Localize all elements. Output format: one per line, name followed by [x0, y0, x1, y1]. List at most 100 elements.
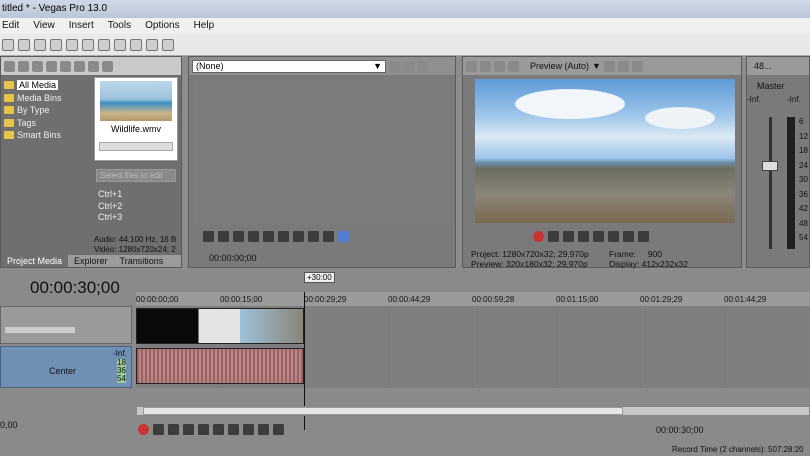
copy-snapshot-icon[interactable] [617, 60, 629, 72]
play-icon[interactable] [183, 424, 194, 435]
tab-project-media[interactable]: Project Media [1, 255, 69, 267]
overlay-icon[interactable] [508, 60, 519, 72]
loop-icon[interactable] [203, 231, 214, 242]
audio-event[interactable] [136, 348, 304, 384]
pause-icon[interactable] [248, 231, 259, 242]
track-opacity-slider[interactable] [5, 327, 75, 333]
menu-insert[interactable]: Insert [69, 20, 94, 34]
next-frame-icon[interactable] [293, 231, 304, 242]
next-frame-icon[interactable] [638, 231, 649, 242]
menu-options[interactable]: Options [145, 20, 179, 34]
audio-pan-label[interactable]: Center [49, 366, 76, 376]
paste-icon[interactable] [98, 38, 110, 51]
display-label: Display: [609, 259, 640, 269]
stop-icon[interactable] [263, 231, 274, 242]
tree-smart-bins[interactable]: Smart Bins [1, 129, 91, 142]
import-icon[interactable] [4, 60, 15, 72]
selection-icon[interactable] [338, 231, 349, 242]
shortcut-3: Ctrl+3 [98, 212, 123, 222]
preset-dropdown[interactable]: (None) ▼ [192, 59, 386, 73]
preview-mode-dropdown[interactable]: Preview (Auto) [530, 61, 589, 71]
help-icon[interactable] [162, 38, 174, 51]
stop-icon[interactable] [213, 424, 224, 435]
rewind-icon[interactable] [308, 231, 319, 242]
menu-edit[interactable]: Edit [2, 20, 19, 34]
play-icon[interactable] [578, 231, 589, 242]
snap-icon[interactable] [146, 38, 158, 51]
grid-line [724, 306, 725, 388]
media-tree: All Media Media Bins By Type Tags Smart … [1, 79, 91, 142]
record-icon[interactable] [138, 424, 149, 435]
views-icon[interactable] [74, 60, 85, 72]
go-to-start-icon[interactable] [228, 424, 239, 435]
forward-icon[interactable] [323, 231, 334, 242]
stop-icon[interactable] [102, 60, 113, 72]
scroll-thumb[interactable] [143, 407, 623, 415]
select-files-field[interactable]: Select files to edit [96, 169, 176, 182]
record-icon[interactable] [533, 231, 544, 242]
go-to-end-icon[interactable] [243, 424, 254, 435]
fx-icon[interactable] [494, 60, 505, 72]
thumb-scrollbar[interactable] [99, 142, 173, 151]
prev-frame-icon[interactable] [623, 231, 634, 242]
undo-icon[interactable] [114, 38, 126, 51]
menu-tools[interactable]: Tools [108, 20, 131, 34]
play-from-start-icon[interactable] [563, 231, 574, 242]
video-event[interactable] [136, 308, 304, 344]
open-icon[interactable] [2, 38, 14, 51]
capture-icon[interactable] [32, 60, 43, 72]
save-icon[interactable] [18, 38, 30, 51]
scale-mark: 30 [799, 175, 808, 184]
loop-icon[interactable] [548, 231, 559, 242]
split-screen-icon[interactable] [603, 60, 615, 72]
redo-icon[interactable] [130, 38, 142, 51]
save-snapshot-icon[interactable] [631, 60, 643, 72]
tab-transitions[interactable]: Transitions [114, 255, 170, 267]
pause-icon[interactable] [198, 424, 209, 435]
audio-level-meter: 18 36 54 [117, 359, 126, 383]
grid-line [472, 306, 473, 388]
preset-value: (None) [196, 60, 224, 71]
menu-view[interactable]: View [33, 20, 55, 34]
menu-help[interactable]: Help [194, 20, 215, 34]
timeline-scrollbar[interactable] [136, 406, 810, 416]
external-monitor-icon[interactable] [480, 60, 491, 72]
tree-all-media[interactable]: All Media [1, 79, 91, 92]
preview-value: 320x180x32; 29,970p [505, 259, 588, 269]
prev-frame-icon[interactable] [258, 424, 269, 435]
copy-icon[interactable] [82, 38, 94, 51]
ruler-label: 00:00:59;28 [472, 295, 515, 304]
video-info: Video: 1280x720x24; 2 [94, 245, 176, 254]
loop-icon[interactable] [153, 424, 164, 435]
tab-explorer[interactable]: Explorer [68, 255, 114, 267]
cut-icon[interactable] [66, 38, 78, 51]
timeline-marker[interactable]: +30:00 [304, 272, 335, 283]
play-from-start-icon[interactable] [168, 424, 179, 435]
tree-media-bins[interactable]: Media Bins [1, 92, 91, 105]
pause-icon[interactable] [593, 231, 604, 242]
explorer-panel: All Media Media Bins By Type Tags Smart … [0, 56, 182, 268]
next-frame-icon[interactable] [273, 424, 284, 435]
timeline-ruler[interactable]: 00:00:00;00 00:00:15;00 00:00:29;29 00:0… [136, 292, 810, 306]
play-from-start-icon[interactable] [218, 231, 229, 242]
search-icon[interactable] [46, 60, 57, 72]
remove-icon[interactable] [60, 60, 71, 72]
prev-frame-icon[interactable] [278, 231, 289, 242]
play-icon[interactable] [88, 60, 99, 72]
trim-icon[interactable] [389, 60, 400, 72]
main-toolbar [0, 34, 810, 56]
close-icon[interactable] [417, 60, 428, 72]
media-thumbnail-card[interactable]: Wildlife.wmv [94, 77, 178, 161]
tree-tags[interactable]: Tags [1, 117, 91, 130]
video-preview-panel: Preview (Auto) ▼ Project: 1280x720x32; 2… [462, 56, 742, 269]
stop-icon[interactable] [608, 231, 619, 242]
properties-icon[interactable] [34, 38, 46, 51]
preview-properties-icon[interactable] [466, 60, 477, 72]
bottom-timecode: 00:00:30;00 [656, 425, 704, 435]
master-fader-handle[interactable] [762, 161, 778, 171]
pin-icon[interactable] [403, 60, 414, 72]
tree-by-type[interactable]: By Type [1, 104, 91, 117]
render-icon[interactable] [50, 38, 62, 51]
play-icon[interactable] [233, 231, 244, 242]
refresh-icon[interactable] [18, 60, 29, 72]
